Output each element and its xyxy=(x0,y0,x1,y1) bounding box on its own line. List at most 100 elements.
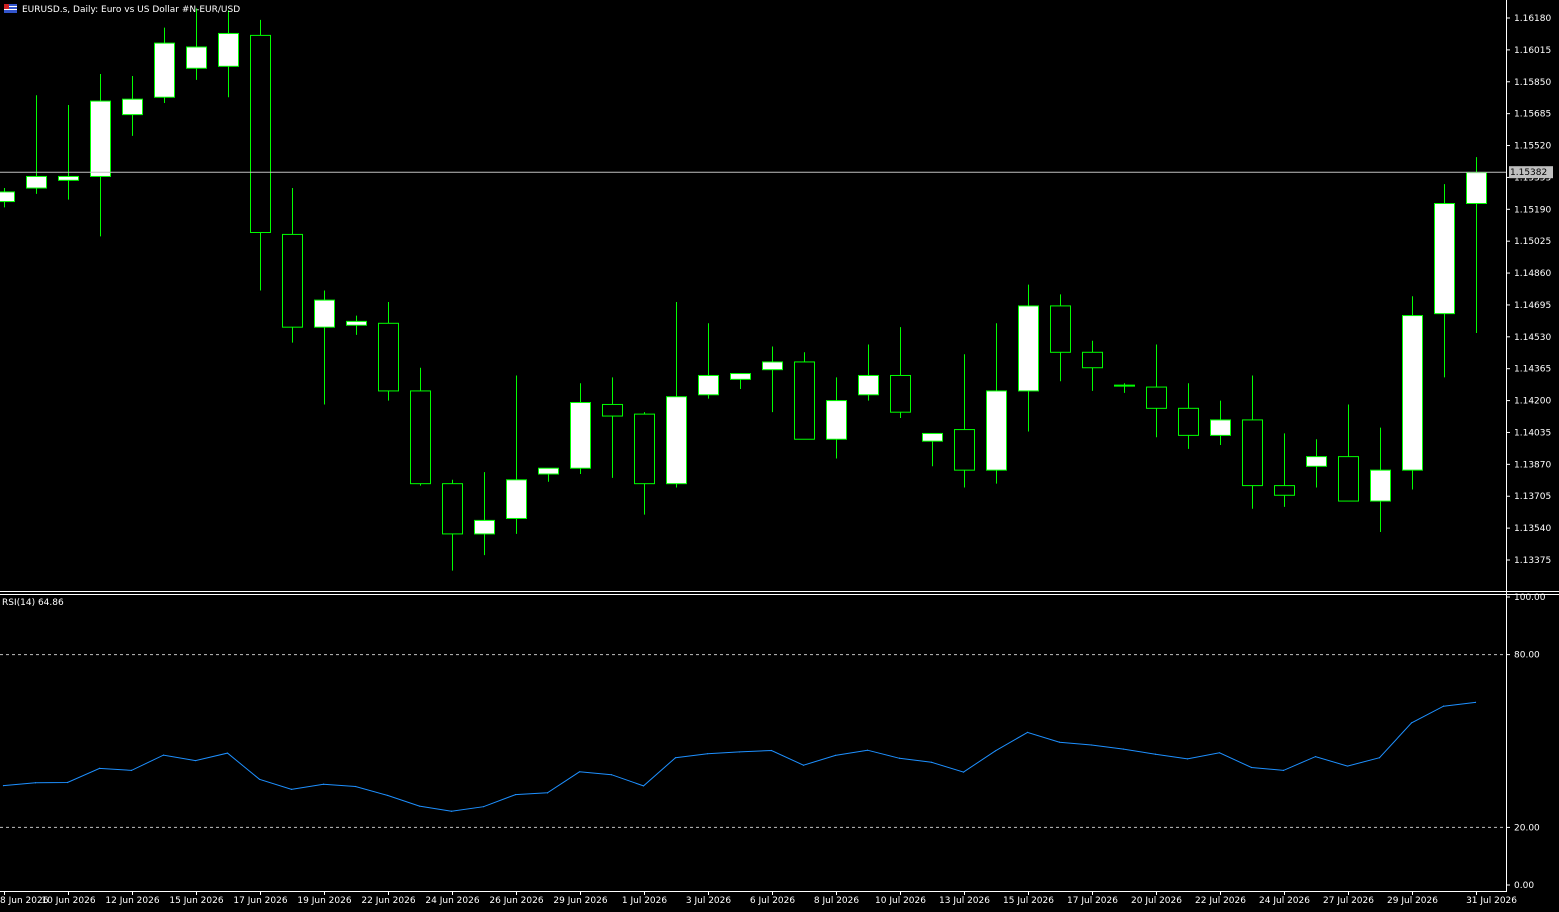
rsi-point xyxy=(290,788,293,790)
price-tick-label: 1.15520 xyxy=(1514,142,1551,152)
price-tick-label: 1.15685 xyxy=(1514,110,1551,120)
candle-body xyxy=(602,403,623,417)
rsi-point xyxy=(418,805,421,807)
candle-body xyxy=(666,396,687,485)
rsi-point xyxy=(866,749,869,751)
time-tick-label: 19 Jun 2026 xyxy=(297,896,351,906)
candle-body xyxy=(250,34,271,233)
rsi-point xyxy=(258,778,261,780)
candle-body xyxy=(1242,419,1263,487)
rsi-point xyxy=(1282,769,1285,771)
rsi-point xyxy=(386,794,389,797)
rsi-point xyxy=(994,750,997,752)
time-tick-label: 13 Jul 2026 xyxy=(939,896,990,906)
rsi-point xyxy=(98,767,101,769)
rsi-point xyxy=(1090,744,1093,746)
candle-body xyxy=(570,402,591,469)
candle-body xyxy=(826,400,847,440)
rsi-point xyxy=(1026,731,1029,733)
candle-body xyxy=(378,322,399,392)
price-tick-label: 1.13705 xyxy=(1514,492,1551,502)
candle-body xyxy=(954,429,975,471)
rsi-point xyxy=(482,806,485,808)
chart-title: EURUSD.s, Daily: Euro vs US Dollar #N-EU… xyxy=(22,5,240,15)
chart-canvas: 1.16180 1.16015 1.15850 1.15685 1.15520 1.153… xyxy=(0,0,1559,912)
candle xyxy=(794,352,815,440)
price-tick-label: 1.14200 xyxy=(1514,397,1551,407)
time-tick-label: 8 Jul 2026 xyxy=(814,896,859,906)
rsi-point xyxy=(194,759,197,762)
time-tick-label: 15 Jul 2026 xyxy=(1003,896,1054,906)
price-tick-label: 1.13870 xyxy=(1514,460,1551,470)
candle-body xyxy=(1082,351,1103,369)
rsi-point xyxy=(1314,755,1317,758)
rsi-point xyxy=(1474,701,1477,704)
rsi-point xyxy=(226,752,229,754)
candle-body xyxy=(698,374,719,396)
rsi-point xyxy=(1250,766,1253,769)
price-tick-label: 1.14695 xyxy=(1514,301,1551,311)
time-tick-label: 20 Jul 2026 xyxy=(1131,896,1182,906)
rsi-point xyxy=(962,771,965,773)
candle-body xyxy=(1178,407,1199,436)
time-tick-label: 24 Jun 2026 xyxy=(425,896,479,906)
candle-body xyxy=(1402,315,1423,471)
time-tick-label: 22 Jun 2026 xyxy=(361,896,415,906)
rsi-point xyxy=(642,785,645,787)
candle-body xyxy=(1114,384,1135,387)
candle-body xyxy=(730,373,751,380)
candle xyxy=(1402,296,1423,490)
rsi-point xyxy=(1154,753,1157,755)
candle-body xyxy=(890,374,911,413)
rsi-tick-label: 100.00 xyxy=(1514,593,1546,603)
candle-body xyxy=(794,361,815,440)
price-tick-label: 1.14860 xyxy=(1514,269,1551,279)
candle-body xyxy=(346,320,367,326)
time-tick-label: 31 Jul 2026 xyxy=(1466,896,1517,906)
time-tick-label: 12 Jun 2026 xyxy=(105,896,159,906)
time-tick-label: 1 Jul 2026 xyxy=(622,896,667,906)
rsi-point xyxy=(1218,752,1221,754)
candle-body xyxy=(1466,172,1487,204)
time-tick-label: 22 Jul 2026 xyxy=(1195,896,1246,906)
rsi-point xyxy=(834,754,837,757)
rsi-point xyxy=(34,782,37,784)
candle-body xyxy=(538,467,559,475)
candle-body xyxy=(218,32,239,67)
candle-body xyxy=(1338,456,1359,502)
candle-body xyxy=(474,519,495,535)
candle-body xyxy=(1274,485,1295,496)
price-tick-label: 1.16015 xyxy=(1514,46,1551,56)
rsi-point xyxy=(1346,765,1349,767)
candle-body xyxy=(154,42,175,98)
candle-body xyxy=(1050,305,1071,353)
candle-body xyxy=(58,175,79,181)
candle-body xyxy=(1434,202,1455,315)
candle-body xyxy=(442,483,463,535)
chart-background xyxy=(0,0,1559,912)
rsi-point xyxy=(1442,705,1445,707)
time-tick-label: 17 Jun 2026 xyxy=(233,896,287,906)
candle-body xyxy=(1018,305,1039,392)
candle-body xyxy=(922,432,943,442)
rsi-point xyxy=(1058,741,1061,743)
current-price-label: 1.15382 xyxy=(1510,168,1547,178)
candle-body xyxy=(634,413,655,485)
candle-body xyxy=(858,374,879,396)
rsi-tick-label: 0.00 xyxy=(1514,881,1534,891)
time-tick-label: 29 Jun 2026 xyxy=(553,896,607,906)
time-tick-label: 10 Jul 2026 xyxy=(875,896,926,906)
rsi-point xyxy=(930,761,933,763)
candle-body xyxy=(410,390,431,485)
rsi-tick-label: 20.00 xyxy=(1514,823,1540,833)
time-tick-label: 24 Jul 2026 xyxy=(1259,896,1310,906)
rsi-point xyxy=(1186,758,1189,760)
price-tick-label: 1.15190 xyxy=(1514,205,1551,215)
candle-body xyxy=(1210,419,1231,436)
candle-body xyxy=(314,299,335,328)
time-tick-label: 17 Jul 2026 xyxy=(1067,896,1118,906)
price-tick-label: 1.16180 xyxy=(1514,14,1551,24)
rsi-point xyxy=(706,753,709,755)
rsi-point xyxy=(2,785,5,787)
rsi-point xyxy=(130,769,133,771)
